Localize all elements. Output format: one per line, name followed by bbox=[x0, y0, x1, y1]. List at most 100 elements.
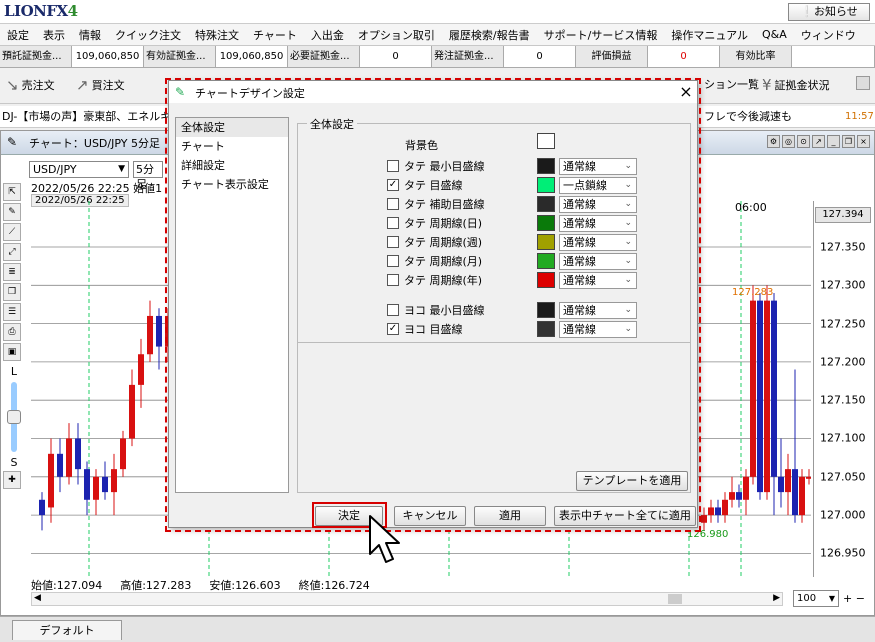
menu-item-chart[interactable]: チャート bbox=[246, 27, 304, 43]
line-style-select[interactable]: 通常線 ⌄ bbox=[559, 302, 637, 319]
grid-line-checkbox[interactable] bbox=[387, 236, 399, 248]
menu-item-window[interactable]: ウィンドウ bbox=[794, 27, 863, 43]
menu-item-info[interactable]: 情報 bbox=[72, 27, 108, 43]
menu-item-quick-order[interactable]: クイック注文 bbox=[108, 27, 188, 43]
candle-body bbox=[764, 300, 770, 493]
grid-line-checkbox[interactable]: ✓ bbox=[387, 179, 399, 191]
candle-body bbox=[84, 469, 90, 500]
crosshair-icon[interactable]: ✚ bbox=[3, 471, 21, 489]
grid-line-color-swatch[interactable] bbox=[537, 158, 555, 174]
exclamation-icon: ❕ bbox=[800, 5, 814, 18]
pen-tool-icon[interactable]: ✎ bbox=[3, 203, 21, 221]
cursor-tool-icon[interactable]: ⇱ bbox=[3, 183, 21, 201]
candle-body bbox=[729, 492, 735, 500]
grid-line-color-swatch[interactable] bbox=[537, 196, 555, 212]
line-style-value: 通常線 bbox=[563, 198, 596, 211]
window-tool-icon[interactable]: ▣ bbox=[3, 343, 21, 361]
apply-button[interactable]: 適用 bbox=[474, 506, 546, 526]
menu-item-qa[interactable]: Q&A bbox=[755, 28, 794, 41]
close-icon[interactable]: × bbox=[677, 82, 695, 101]
fibonacci-tool-icon[interactable]: ≣ bbox=[3, 263, 21, 281]
zoom-in-icon[interactable]: + bbox=[843, 592, 852, 605]
grid-line-checkbox[interactable] bbox=[387, 255, 399, 267]
menu-item-view[interactable]: 表示 bbox=[36, 27, 72, 43]
dock-icon[interactable]: ↗ bbox=[812, 135, 825, 148]
candle-body bbox=[120, 438, 126, 470]
symbol-select[interactable]: USD/JPY ▼ bbox=[29, 161, 129, 178]
line-style-select[interactable]: 通常線 ⌄ bbox=[559, 196, 637, 213]
grid-line-checkbox[interactable] bbox=[387, 160, 399, 172]
nav-item-detail[interactable]: 詳細設定 bbox=[176, 156, 288, 175]
scroll-thumb[interactable] bbox=[668, 594, 682, 604]
tab-default[interactable]: デフォルト bbox=[12, 620, 122, 640]
grid-line-color-swatch[interactable] bbox=[537, 272, 555, 288]
menu-item-manual[interactable]: 操作マニュアル bbox=[664, 27, 755, 43]
background-color-swatch[interactable] bbox=[537, 133, 555, 149]
zoom-select[interactable]: 100 ▼ bbox=[793, 590, 839, 607]
title-bar: LIONFX4 ❕お知らせ bbox=[0, 0, 875, 24]
line-style-value: 通常線 bbox=[563, 236, 596, 249]
grid-line-color-swatch[interactable] bbox=[537, 302, 555, 318]
grid-line-color-swatch[interactable] bbox=[537, 321, 555, 337]
grid-line-color-swatch[interactable] bbox=[537, 177, 555, 193]
line-style-select[interactable]: 一点鎖線 ⌄ bbox=[559, 177, 637, 194]
trend-tool-icon[interactable]: ⤢ bbox=[3, 243, 21, 261]
zoom-out-icon[interactable]: − bbox=[856, 592, 865, 605]
menu-item-support[interactable]: サポート/サービス情報 bbox=[537, 27, 665, 43]
candle-body bbox=[750, 300, 756, 477]
list-tool-icon[interactable]: ☰ bbox=[3, 303, 21, 321]
settings-icon[interactable]: ⚙ bbox=[767, 135, 780, 148]
minimize-icon[interactable]: _ bbox=[827, 135, 840, 148]
grid-line-checkbox[interactable]: ✓ bbox=[387, 323, 399, 335]
camera-icon[interactable]: ◎ bbox=[782, 135, 795, 148]
line-style-select[interactable]: 通常線 ⌄ bbox=[559, 234, 637, 251]
restore-icon[interactable]: ❐ bbox=[842, 135, 855, 148]
grid-line-checkbox[interactable] bbox=[387, 304, 399, 316]
stat-label: 有効比率 bbox=[720, 46, 792, 67]
menu-item-options[interactable]: オプション取引 bbox=[351, 27, 442, 43]
menu-item-deposit[interactable]: 入出金 bbox=[304, 27, 351, 43]
grid-line-label: タテ 周期線(月) bbox=[404, 255, 483, 268]
candle-body bbox=[806, 476, 811, 479]
grid-line-checkbox[interactable] bbox=[387, 198, 399, 210]
line-tool-icon[interactable]: ⟋ bbox=[3, 223, 21, 241]
cancel-button[interactable]: キャンセル bbox=[394, 506, 466, 526]
line-style-select[interactable]: 通常線 ⌄ bbox=[559, 215, 637, 232]
print-icon[interactable]: ⎙ bbox=[3, 323, 21, 341]
line-style-select[interactable]: 通常線 ⌄ bbox=[559, 158, 637, 175]
sell-order-button[interactable]: ↘ 売注文 bbox=[6, 76, 55, 94]
margin-status-button[interactable]: ¥ 証拠金状況 bbox=[762, 76, 830, 94]
menu-item-special-order[interactable]: 特殊注文 bbox=[188, 27, 246, 43]
copy-tool-icon[interactable]: ❒ bbox=[3, 283, 21, 301]
grid-line-color-swatch[interactable] bbox=[537, 234, 555, 250]
menu-item-settings[interactable]: 設定 bbox=[0, 27, 36, 43]
close-icon[interactable]: × bbox=[857, 135, 870, 148]
timeframe-select[interactable]: 5分足 bbox=[133, 161, 163, 191]
menu-item-history[interactable]: 履歴検索/報告書 bbox=[442, 27, 537, 43]
line-style-select[interactable]: 通常線 ⌄ bbox=[559, 253, 637, 270]
grid-line-row: ✓ タテ 目盛線 bbox=[387, 176, 463, 194]
grid-line-checkbox[interactable] bbox=[387, 274, 399, 286]
grid-line-checkbox[interactable] bbox=[387, 217, 399, 229]
scroll-right-icon[interactable]: ▶ bbox=[773, 593, 780, 603]
scroll-left-icon[interactable]: ◀ bbox=[34, 593, 41, 603]
candle-body bbox=[722, 499, 728, 516]
horizontal-scrollbar[interactable]: ◀ ▶ bbox=[31, 592, 783, 606]
notice-button[interactable]: ❕お知らせ bbox=[788, 3, 870, 21]
position-list-button[interactable]: ション一覧 bbox=[704, 76, 759, 92]
nav-item-chart[interactable]: チャート bbox=[176, 137, 288, 156]
line-style-select[interactable]: 通常線 ⌄ bbox=[559, 272, 637, 289]
buy-order-button[interactable]: ↗ 買注文 bbox=[76, 76, 125, 94]
vertical-zoom-slider[interactable] bbox=[7, 382, 21, 452]
pin-icon[interactable]: ⊙ bbox=[797, 135, 810, 148]
line-style-select[interactable]: 通常線 ⌄ bbox=[559, 321, 637, 338]
nav-item-general[interactable]: 全体設定 bbox=[176, 118, 288, 137]
line-style-value: 通常線 bbox=[563, 304, 596, 317]
grid-line-label: ヨコ 最小目盛線 bbox=[404, 304, 485, 317]
grid-line-color-swatch[interactable] bbox=[537, 215, 555, 231]
nav-item-display[interactable]: チャート表示設定 bbox=[176, 175, 288, 194]
apply-template-button[interactable]: テンプレートを適用 bbox=[576, 471, 688, 491]
grid-line-color-swatch[interactable] bbox=[537, 253, 555, 269]
apply-all-charts-button[interactable]: 表示中チャート全てに適用 bbox=[554, 506, 696, 526]
more-icon[interactable] bbox=[856, 76, 870, 90]
